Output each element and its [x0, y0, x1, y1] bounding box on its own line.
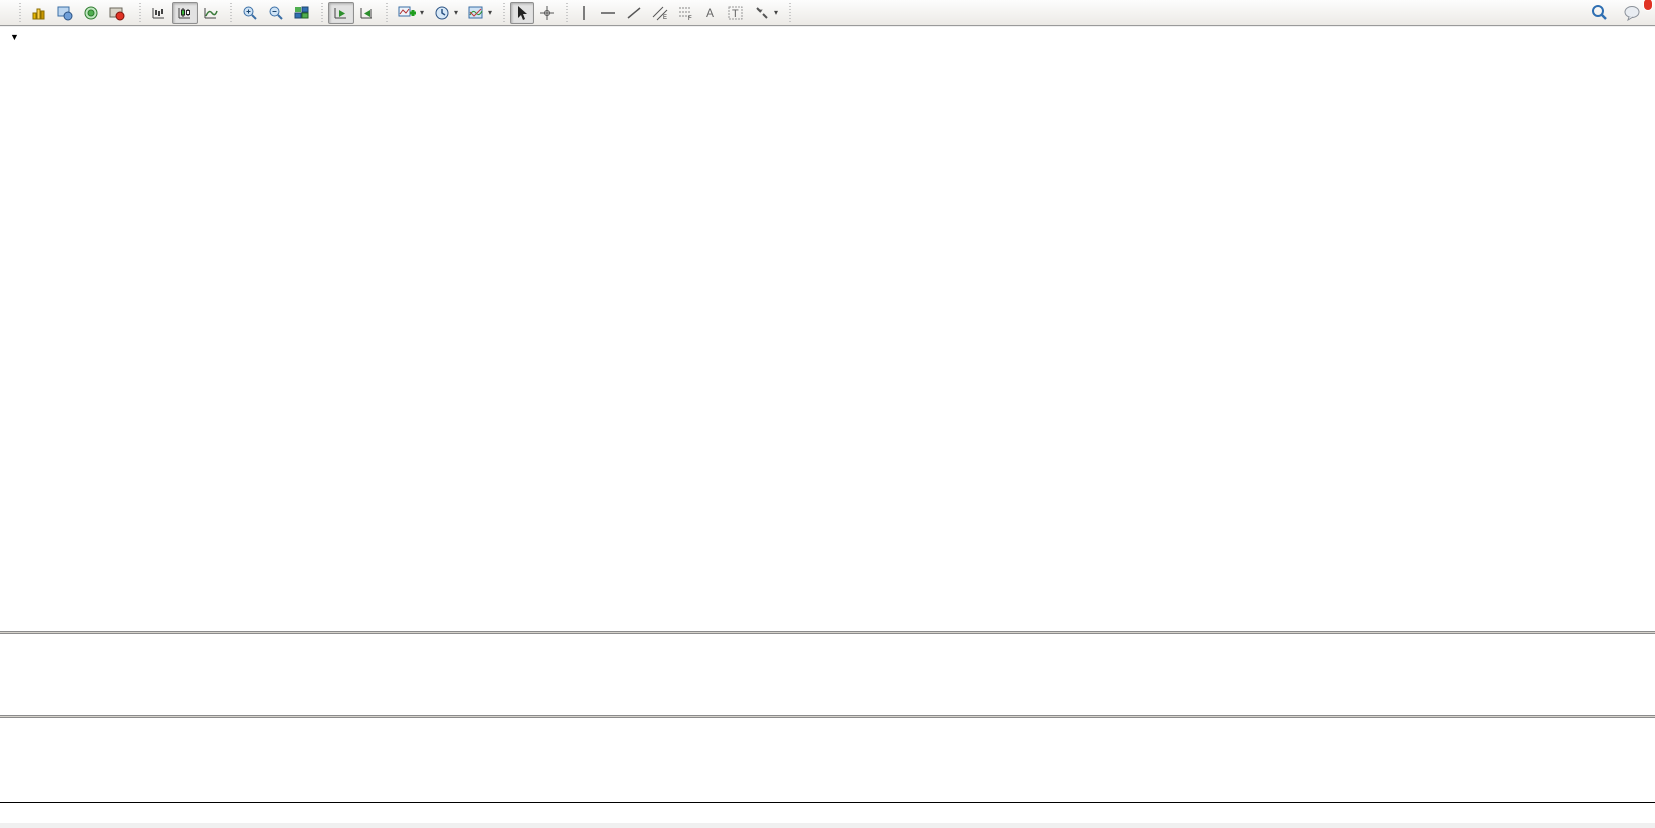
candles-chart-button[interactable] [172, 2, 198, 24]
tile-windows-icon [294, 5, 310, 21]
search-button[interactable] [1586, 2, 1613, 24]
market-watch-icon [31, 5, 47, 21]
macd-panel[interactable] [0, 634, 1655, 715]
collapse-triangle-icon[interactable]: ▼ [10, 32, 19, 42]
window-bottom-edge [0, 823, 1655, 828]
templates-button[interactable]: ▾ [463, 2, 497, 24]
crosshair-icon [539, 5, 555, 21]
text-icon: A [704, 5, 718, 21]
vertical-line-button[interactable] [573, 2, 595, 24]
horizontal-line-button[interactable] [595, 2, 621, 24]
chat-icon [1624, 5, 1642, 21]
rsi-surface[interactable] [0, 718, 1655, 802]
candles-chart-icon [177, 5, 193, 21]
data-window-button[interactable] [52, 2, 78, 24]
crosshair-button[interactable] [534, 2, 560, 24]
svg-text:E: E [663, 15, 667, 21]
toolbar-separator [787, 3, 792, 23]
zoom-out-icon [268, 5, 284, 21]
zoom-out-button[interactable] [263, 2, 289, 24]
toolbar-separator [501, 3, 506, 23]
toolbar-separator [137, 3, 142, 23]
notifications-button[interactable] [1619, 2, 1647, 24]
fibonacci-button[interactable]: F [673, 2, 699, 24]
main-chart-panel[interactable]: ▼ [0, 27, 1655, 631]
svg-text:T: T [732, 8, 739, 20]
svg-text:A: A [706, 6, 714, 20]
toolbar-separator [228, 3, 233, 23]
market-watch-button[interactable] [26, 2, 52, 24]
chevron-down-icon: ▾ [420, 8, 424, 17]
periods-icon [434, 5, 450, 21]
cursor-button[interactable] [510, 2, 534, 24]
navigator-button[interactable] [78, 2, 104, 24]
chart-title: ▼ [10, 30, 19, 44]
auto-scroll-icon [333, 5, 349, 21]
cursor-icon [515, 5, 529, 21]
auto-scroll-button[interactable] [328, 2, 354, 24]
channel-icon: E [652, 5, 668, 21]
new-order-button[interactable] [3, 2, 13, 24]
notification-badge [1643, 0, 1653, 11]
macd-surface[interactable] [0, 634, 1655, 715]
periods-button[interactable]: ▾ [429, 2, 463, 24]
rsi-panel[interactable] [0, 718, 1655, 802]
price-chart-surface[interactable] [0, 27, 1655, 631]
vertical-line-icon [578, 5, 590, 21]
tile-windows-button[interactable] [289, 2, 315, 24]
line-chart-icon [203, 5, 219, 21]
chevron-down-icon: ▾ [488, 8, 492, 17]
timeframe-group [793, 1, 799, 25]
toolbar: ▾ ▾ ▾ E F [0, 0, 1655, 26]
fibonacci-icon: F [678, 5, 694, 21]
trendline-icon [626, 5, 642, 21]
channel-button[interactable]: E [647, 2, 673, 24]
indicators-icon [398, 5, 416, 21]
text-label-icon: T [728, 5, 744, 21]
data-window-icon [57, 5, 73, 21]
zoom-in-button[interactable] [237, 2, 263, 24]
chevron-down-icon: ▾ [774, 8, 778, 17]
bars-chart-button[interactable] [146, 2, 172, 24]
text-label-button[interactable]: T [723, 2, 749, 24]
horizontal-line-icon [600, 5, 616, 21]
text-button[interactable]: A [699, 2, 723, 24]
chart-shift-icon [359, 5, 375, 21]
toolbar-separator [564, 3, 569, 23]
bars-chart-icon [151, 5, 167, 21]
navigator-icon [83, 5, 99, 21]
templates-icon [468, 5, 484, 21]
search-icon [1591, 4, 1608, 21]
trendline-button[interactable] [621, 2, 647, 24]
zoom-in-icon [242, 5, 258, 21]
arrows-icon [754, 5, 770, 21]
autotrade-button[interactable] [104, 2, 133, 24]
arrows-button[interactable]: ▾ [749, 2, 783, 24]
toolbar-separator [17, 3, 22, 23]
indicators-button[interactable]: ▾ [393, 2, 429, 24]
terminal-icon [109, 5, 125, 21]
toolbar-separator [319, 3, 324, 23]
line-chart-button[interactable] [198, 2, 224, 24]
chart-shift-button[interactable] [354, 2, 380, 24]
chart-window: ▼ [0, 27, 1655, 828]
svg-text:F: F [688, 16, 692, 21]
toolbar-separator [384, 3, 389, 23]
chevron-down-icon: ▾ [454, 8, 458, 17]
